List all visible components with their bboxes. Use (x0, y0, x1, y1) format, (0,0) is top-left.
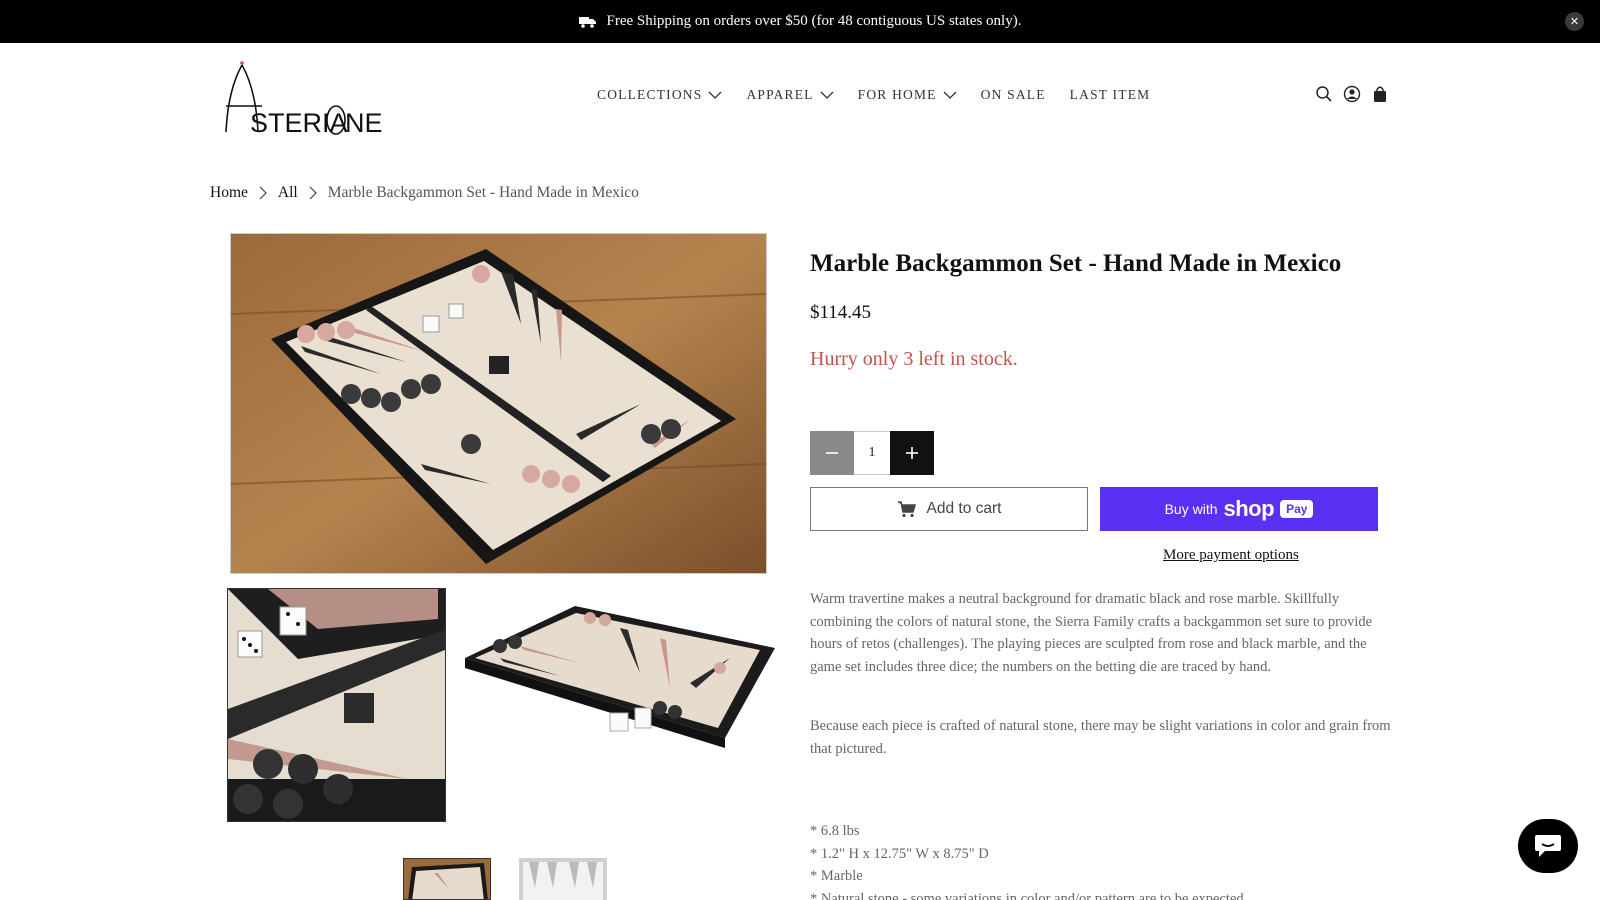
product-thumbnail-closeup[interactable] (227, 588, 446, 822)
nav-label: APPAREL (746, 87, 814, 102)
chat-icon (1535, 835, 1561, 857)
cart-icon[interactable] (1371, 85, 1389, 103)
chevron-right-icon (259, 186, 267, 200)
thumbnail-1[interactable] (403, 858, 491, 900)
nav-apparel[interactable]: APPAREL (746, 84, 834, 106)
spec-line: * Marble (810, 868, 863, 884)
logo[interactable]: STERIA NE (222, 60, 383, 138)
shop-pay-logo: shop (1223, 496, 1275, 521)
product-specs: * 6.8 lbs * 1.2" H x 12.75" W x 8.75" D … (810, 820, 1244, 900)
minus-icon (826, 452, 838, 454)
description-paragraph: Because each piece is crafted of natural… (810, 718, 1391, 757)
chevron-down-icon (943, 91, 957, 99)
announcement-text: Free Shipping on orders over $50 (for 48… (606, 13, 1022, 29)
spec-line: * Natural stone - some variations in col… (810, 890, 1244, 900)
svg-text:STERIA: STERIA (250, 108, 348, 135)
nav-label: ON SALE (980, 87, 1046, 102)
nav-label: LAST ITEM (1069, 87, 1151, 102)
stock-message: Hurry only 3 left in stock. (810, 348, 1018, 370)
nav-label: COLLECTIONS (597, 87, 703, 102)
breadcrumb-current: Marble Backgammon Set - Hand Made in Mex… (327, 184, 639, 201)
product-title: Marble Backgammon Set - Hand Made in Mex… (810, 250, 1342, 277)
plus-icon (906, 447, 918, 459)
product-description: Warm travertine makes a neutral backgrou… (810, 588, 1392, 797)
account-icon[interactable] (1343, 85, 1361, 103)
quantity-stepper: 1 (810, 431, 934, 475)
breadcrumb-home[interactable]: Home (210, 184, 248, 202)
chevron-down-icon (708, 91, 722, 99)
breadcrumb-all[interactable]: All (278, 184, 298, 202)
nav-label: FOR HOME (857, 87, 937, 102)
nav-for-home[interactable]: FOR HOME (858, 84, 957, 106)
product-image-side[interactable] (460, 588, 780, 822)
header-icons (1315, 85, 1389, 103)
truck-icon (578, 16, 597, 28)
product-main-image[interactable] (230, 233, 767, 574)
main-nav: COLLECTIONS APPAREL FOR HOME ON SALE LAS… (597, 84, 1150, 106)
more-payment-options-link[interactable]: More payment options (1163, 547, 1299, 564)
buy-with-label: Buy with (1164, 501, 1218, 517)
announcement-bar: Free Shipping on orders over $50 (for 48… (0, 0, 1600, 43)
description-paragraph: Warm travertine makes a neutral backgrou… (810, 591, 1373, 675)
add-to-cart-button[interactable]: Add to cart (810, 487, 1088, 531)
svg-text:NE: NE (345, 108, 382, 135)
chevron-down-icon (820, 91, 834, 99)
quantity-decrease-button[interactable] (810, 431, 854, 475)
quantity-increase-button[interactable] (890, 431, 934, 475)
quantity-input[interactable]: 1 (854, 431, 890, 475)
chevron-right-icon (309, 186, 317, 200)
cart-icon (897, 501, 916, 518)
shop-pay-button[interactable]: Buy with shop Pay (1100, 487, 1378, 531)
spec-line: * 6.8 lbs (810, 823, 860, 839)
thumbnail-2[interactable] (519, 858, 607, 900)
spec-line: * 1.2" H x 12.75" W x 8.75" D (810, 845, 989, 862)
breadcrumb: Home All Marble Backgammon Set - Hand Ma… (210, 184, 639, 202)
add-to-cart-label: Add to cart (926, 500, 1002, 517)
pay-badge: Pay (1280, 500, 1314, 518)
product-price: $114.45 (810, 302, 872, 323)
chat-button[interactable] (1518, 819, 1578, 873)
nav-on-sale[interactable]: ON SALE (981, 84, 1046, 106)
nav-collections[interactable]: COLLECTIONS (597, 84, 722, 106)
search-icon[interactable] (1315, 85, 1333, 103)
nav-last-item[interactable]: LAST ITEM (1070, 84, 1151, 106)
close-icon[interactable]: ✕ (1565, 12, 1584, 31)
